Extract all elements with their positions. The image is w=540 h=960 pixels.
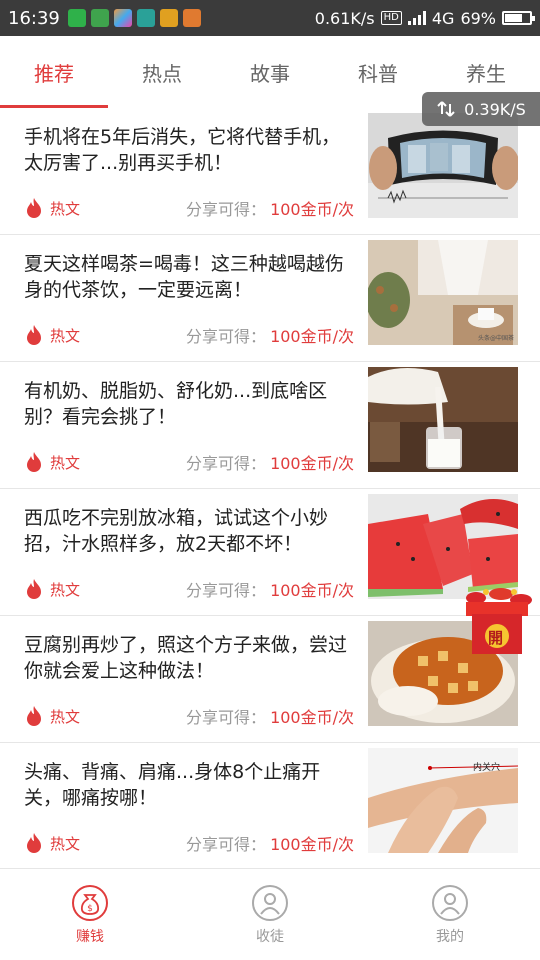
article-title[interactable]: 有机奶、脱脂奶、舒化奶...到底啥区别？看完会挑了！ xyxy=(24,378,354,430)
article-title[interactable]: 夏天这样喝茶=喝毒！这三种越喝越伤身的代茶饮，一定要远离！ xyxy=(24,251,354,303)
hot-tag: 热文 xyxy=(50,326,81,345)
clock: 16:39 xyxy=(8,7,60,29)
article-thumbnail[interactable] xyxy=(368,367,518,472)
red-envelope-icon xyxy=(466,588,532,654)
transfer-icon xyxy=(437,101,455,117)
network-type: 4G xyxy=(431,8,455,28)
hot-tag: 热文 xyxy=(50,199,81,218)
article-meta: 热文 分享可得： 100金币/次 xyxy=(24,450,354,474)
article-title[interactable]: 头痛、背痛、肩痛...身体8个止痛开关，哪痛按哪！ xyxy=(24,759,354,811)
article-meta: 热文 分享可得： 100金币/次 xyxy=(24,704,354,728)
money-bag-icon: $ xyxy=(72,884,108,921)
nav-me[interactable]: 我的 xyxy=(360,869,540,960)
nav-apprentice[interactable]: 收徒 xyxy=(180,869,360,960)
apprentice-icon xyxy=(252,884,288,921)
article-meta: 热文 分享可得： 100金币/次 xyxy=(24,831,354,855)
article-meta: 热文 分享可得： 100金币/次 xyxy=(24,577,354,601)
status-bar: 16:39 0.61K/s HD 4G 69% xyxy=(0,0,540,36)
tea-watermark: 头条@中国茶 xyxy=(478,334,514,342)
share-label: 分享可得： xyxy=(186,835,267,854)
share-reward: 100金币/次 xyxy=(270,581,354,600)
flame-icon xyxy=(27,706,41,726)
bottom-nav: $ 赚钱 收徒 我的 xyxy=(0,868,540,960)
share-label: 分享可得： xyxy=(186,454,267,473)
article-title[interactable]: 西瓜吃不完别放冰箱，试试这个小妙招，汁水照样多，放2天都不坏！ xyxy=(24,505,354,557)
acupoint-label: 内关穴 xyxy=(473,761,500,773)
nav-label: 赚钱 xyxy=(76,928,104,945)
share-label: 分享可得： xyxy=(186,708,267,727)
signal-icon xyxy=(407,11,426,25)
article-item[interactable]: 头痛、背痛、肩痛...身体8个止痛开关，哪痛按哪！ 热文 分享可得： 100金币… xyxy=(0,743,540,870)
share-reward: 100金币/次 xyxy=(270,454,354,473)
article-list: 手机将在5年后消失，它将代替手机，太厉害了...别再买手机！ 热文 分享可得： … xyxy=(0,108,540,870)
nav-earn[interactable]: $ 赚钱 xyxy=(0,869,180,960)
article-thumbnail[interactable]: 内关穴 xyxy=(368,748,518,853)
battery-percent: 69% xyxy=(460,8,496,28)
article-thumbnail[interactable]: 头条@中国茶 xyxy=(368,240,518,345)
scan-icon xyxy=(136,9,155,27)
nav-label: 我的 xyxy=(436,928,464,945)
camera-app-icon xyxy=(182,9,201,27)
article-item[interactable]: 夏天这样喝茶=喝毒！这三种越喝越伤身的代茶饮，一定要远离！ 热文 分享可得： 1… xyxy=(0,235,540,362)
article-item[interactable]: 有机奶、脱脂奶、舒化奶...到底啥区别？看完会挑了！ 热文 分享可得： 100金… xyxy=(0,362,540,489)
profile-icon xyxy=(432,884,468,921)
flame-icon xyxy=(27,325,41,345)
speed-overlay-value: 0.39K/S xyxy=(464,99,526,119)
flame-icon xyxy=(27,198,41,218)
wechat-icon xyxy=(67,9,86,27)
article-meta: 热文 分享可得： 100金币/次 xyxy=(24,323,354,347)
flame-icon xyxy=(27,452,41,472)
nav-label: 收徒 xyxy=(256,928,284,945)
flame-icon xyxy=(27,579,41,599)
article-title[interactable]: 手机将在5年后消失，它将代替手机，太厉害了...别再买手机！ xyxy=(24,124,354,176)
hot-tag: 热文 xyxy=(50,580,81,599)
hot-tag: 热文 xyxy=(50,453,81,472)
share-reward: 100金币/次 xyxy=(270,200,354,219)
app-icon xyxy=(113,9,132,27)
svg-text:$: $ xyxy=(87,904,93,914)
sync-icon xyxy=(90,9,109,27)
coin-app-icon xyxy=(159,9,178,27)
share-reward: 100金币/次 xyxy=(270,708,354,727)
hd-icon: HD xyxy=(380,11,402,25)
tab-2[interactable]: 故事 xyxy=(216,36,324,108)
flame-icon xyxy=(27,833,41,853)
network-speed: 0.61K/s xyxy=(314,8,375,28)
share-reward: 100金币/次 xyxy=(270,835,354,854)
battery-icon xyxy=(502,11,535,25)
share-reward: 100金币/次 xyxy=(270,327,354,346)
tab-3[interactable]: 科普 xyxy=(324,36,432,108)
speed-overlay: 0.39K/S xyxy=(422,92,540,126)
article-item[interactable]: 手机将在5年后消失，它将代替手机，太厉害了...别再买手机！ 热文 分享可得： … xyxy=(0,108,540,235)
hot-tag: 热文 xyxy=(50,834,81,853)
tab-0[interactable]: 推荐 xyxy=(0,36,108,108)
article-thumbnail[interactable] xyxy=(368,113,518,218)
tab-1[interactable]: 热点 xyxy=(108,36,216,108)
red-envelope-button[interactable]: 開 xyxy=(456,582,538,662)
share-label: 分享可得： xyxy=(186,581,267,600)
article-title[interactable]: 豆腐别再炒了，照这个方子来做，尝过你就会爱上这种做法！ xyxy=(24,632,354,684)
share-label: 分享可得： xyxy=(186,327,267,346)
envelope-label: 開 xyxy=(488,629,504,647)
hot-tag: 热文 xyxy=(50,707,81,726)
article-meta: 热文 分享可得： 100金币/次 xyxy=(24,196,354,220)
share-label: 分享可得： xyxy=(186,200,267,219)
